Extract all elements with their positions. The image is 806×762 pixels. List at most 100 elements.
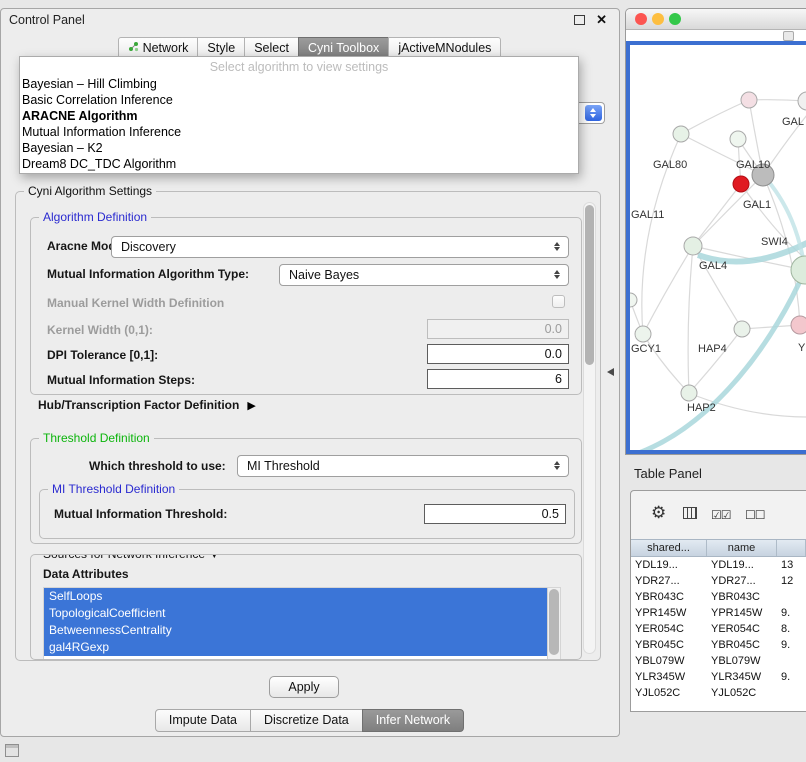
which-threshold-value: MI Threshold — [247, 456, 320, 476]
table-row[interactable]: YPR145WYPR145W9. — [631, 605, 806, 621]
network-node[interactable] — [791, 256, 806, 284]
table-cell: YDR27... — [707, 573, 777, 589]
updown-arrows-icon — [554, 460, 562, 471]
dock-panel-icon[interactable] — [5, 744, 19, 757]
table-cell — [777, 685, 806, 701]
network-node[interactable] — [798, 92, 806, 110]
network-node[interactable] — [630, 293, 637, 307]
network-edge — [688, 246, 693, 393]
table-row[interactable]: YBL079WYBL079W — [631, 653, 806, 669]
algorithm-option[interactable]: Mutual Information Inference — [20, 124, 578, 140]
collapse-triangle-icon[interactable]: ▼ — [208, 554, 220, 561]
table-cell: YDR27... — [631, 573, 707, 589]
network-node[interactable] — [734, 321, 750, 337]
algorithm-combobox-partial[interactable] — [579, 102, 605, 124]
network-node[interactable] — [741, 92, 757, 108]
mi-threshold-title: MI Threshold Definition — [48, 482, 179, 496]
deselect-all-icon[interactable]: ☐☐ — [745, 508, 765, 522]
network-node-label: GCY1 — [631, 343, 661, 355]
apply-button[interactable]: Apply — [269, 676, 339, 698]
table-cell: 9. — [777, 637, 806, 653]
network-node[interactable] — [730, 131, 746, 147]
attribute-list-item[interactable]: gal4RGexp — [44, 639, 560, 656]
table-row[interactable]: YJL052CYJL052C — [631, 685, 806, 701]
aracne-mode-select[interactable]: Discovery — [111, 236, 569, 258]
table-row[interactable]: YDR27...YDR27...12 — [631, 573, 806, 589]
float-window-icon[interactable] — [574, 15, 585, 25]
table-row[interactable]: YBR043CYBR043C — [631, 589, 806, 605]
settings-group-title: Cyni Algorithm Settings — [24, 184, 156, 198]
network-node[interactable] — [684, 237, 702, 255]
control-panel-titlebar: Control Panel ✕ — [1, 9, 619, 31]
table-panel-window: ⚙ ☑☑ ☐☐ shared... name YDL19...YDL19...1… — [630, 490, 806, 712]
algorithm-option[interactable]: Basic Correlation Inference — [20, 92, 578, 108]
tab-discretize-data[interactable]: Discretize Data — [250, 709, 363, 732]
table-row[interactable]: YLR345WYLR345W9. — [631, 669, 806, 685]
tab-impute-data[interactable]: Impute Data — [155, 709, 251, 732]
algorithm-option[interactable]: Bayesian – Hill Climbing — [20, 76, 578, 92]
network-node-label: GAL4 — [699, 260, 727, 272]
network-canvas[interactable]: GAL80GAL10GAL11GAL1SWI4GAL4GCY1HAP4HAP2G… — [626, 41, 806, 454]
settings-gear-icon[interactable]: ⚙ — [651, 503, 666, 523]
view-options-button[interactable] — [783, 31, 794, 41]
column-selector-icon[interactable] — [683, 507, 697, 519]
mi-algorithm-type-select[interactable]: Naive Bayes — [279, 264, 569, 286]
table-panel-title: Table Panel — [634, 466, 702, 481]
dpi-tolerance-field[interactable]: 0.0 — [427, 344, 569, 364]
table-cell: YBR045C — [707, 637, 777, 653]
network-node[interactable] — [733, 176, 749, 192]
minimize-traffic-light[interactable] — [652, 13, 664, 25]
network-node-label: Y — [798, 342, 806, 354]
table-cell: YER054C — [707, 621, 777, 637]
attribute-list-item[interactable]: BetweennessCentrality — [44, 622, 560, 639]
table-cell: 9. — [777, 669, 806, 685]
network-edge — [693, 184, 741, 246]
network-node-label: SWI4 — [761, 236, 788, 248]
network-node-label: HAP4 — [698, 343, 727, 355]
zoom-traffic-light[interactable] — [669, 13, 681, 25]
table-cell: YBR045C — [631, 637, 707, 653]
settings-scrollbar[interactable] — [583, 202, 596, 654]
application-desktop: Control Panel ✕ Network Style Select Cyn… — [0, 0, 806, 762]
column-header-shared-name[interactable]: shared... — [631, 540, 707, 556]
algorithm-option[interactable]: ARACNE Algorithm — [20, 108, 578, 124]
table-row[interactable]: YER054CYER054C8. — [631, 621, 806, 637]
network-node[interactable] — [673, 126, 689, 142]
mi-type-label: Mutual Information Algorithm Type: — [47, 267, 249, 281]
network-view-window: GAL80GAL10GAL11GAL1SWI4GAL4GCY1HAP4HAP2G… — [625, 8, 806, 455]
bottom-tabbar: Impute Data Discretize Data Infer Networ… — [1, 709, 619, 732]
table-body: YDL19...YDL19...13YDR27...YDR27...12YBR0… — [631, 557, 806, 711]
close-icon[interactable]: ✕ — [596, 12, 607, 28]
attribute-list-item[interactable]: SelfLoops — [44, 588, 560, 605]
table-row[interactable]: YBR045CYBR045C9. — [631, 637, 806, 653]
table-row[interactable]: YDL19...YDL19...13 — [631, 557, 806, 573]
tab-infer-network[interactable]: Infer Network — [362, 709, 464, 732]
network-window-titlebar — [626, 9, 806, 30]
table-cell: YER054C — [631, 621, 707, 637]
network-edge — [681, 100, 749, 134]
network-node[interactable] — [635, 326, 651, 342]
select-all-icon[interactable]: ☑☑ — [711, 508, 731, 522]
attributes-scrollbar[interactable] — [547, 588, 560, 660]
network-node[interactable] — [681, 385, 697, 401]
close-traffic-light[interactable] — [635, 13, 647, 25]
panel-splitter-arrow[interactable] — [607, 368, 614, 376]
column-header-name[interactable]: name — [707, 540, 777, 556]
hub-definition-toggle[interactable]: Hub/Transcription Factor Definition ▶ — [38, 398, 256, 412]
algorithm-option[interactable]: Dream8 DC_TDC Algorithm — [20, 156, 578, 172]
combobox-arrows-icon — [585, 105, 602, 121]
updown-arrows-icon — [554, 269, 562, 280]
mi-threshold-field[interactable]: 0.5 — [424, 504, 566, 524]
scrollbar-thumb[interactable] — [549, 589, 559, 655]
attribute-list-item[interactable]: TopologicalCoefficient — [44, 605, 560, 622]
kernel-width-field: 0.0 — [427, 319, 569, 339]
mi-steps-label: Mutual Information Steps: — [47, 373, 195, 387]
scrollbar-thumb[interactable] — [585, 205, 594, 365]
algorithm-option[interactable]: Bayesian – K2 — [20, 140, 578, 156]
threshold-definition-title: Threshold Definition — [39, 431, 154, 445]
mi-steps-field[interactable]: 6 — [427, 369, 569, 389]
network-node[interactable] — [791, 316, 806, 334]
which-threshold-select[interactable]: MI Threshold — [237, 455, 569, 477]
data-attributes-list[interactable]: SelfLoopsTopologicalCoefficientBetweenne… — [43, 587, 561, 660]
column-header-extra[interactable] — [777, 540, 806, 556]
